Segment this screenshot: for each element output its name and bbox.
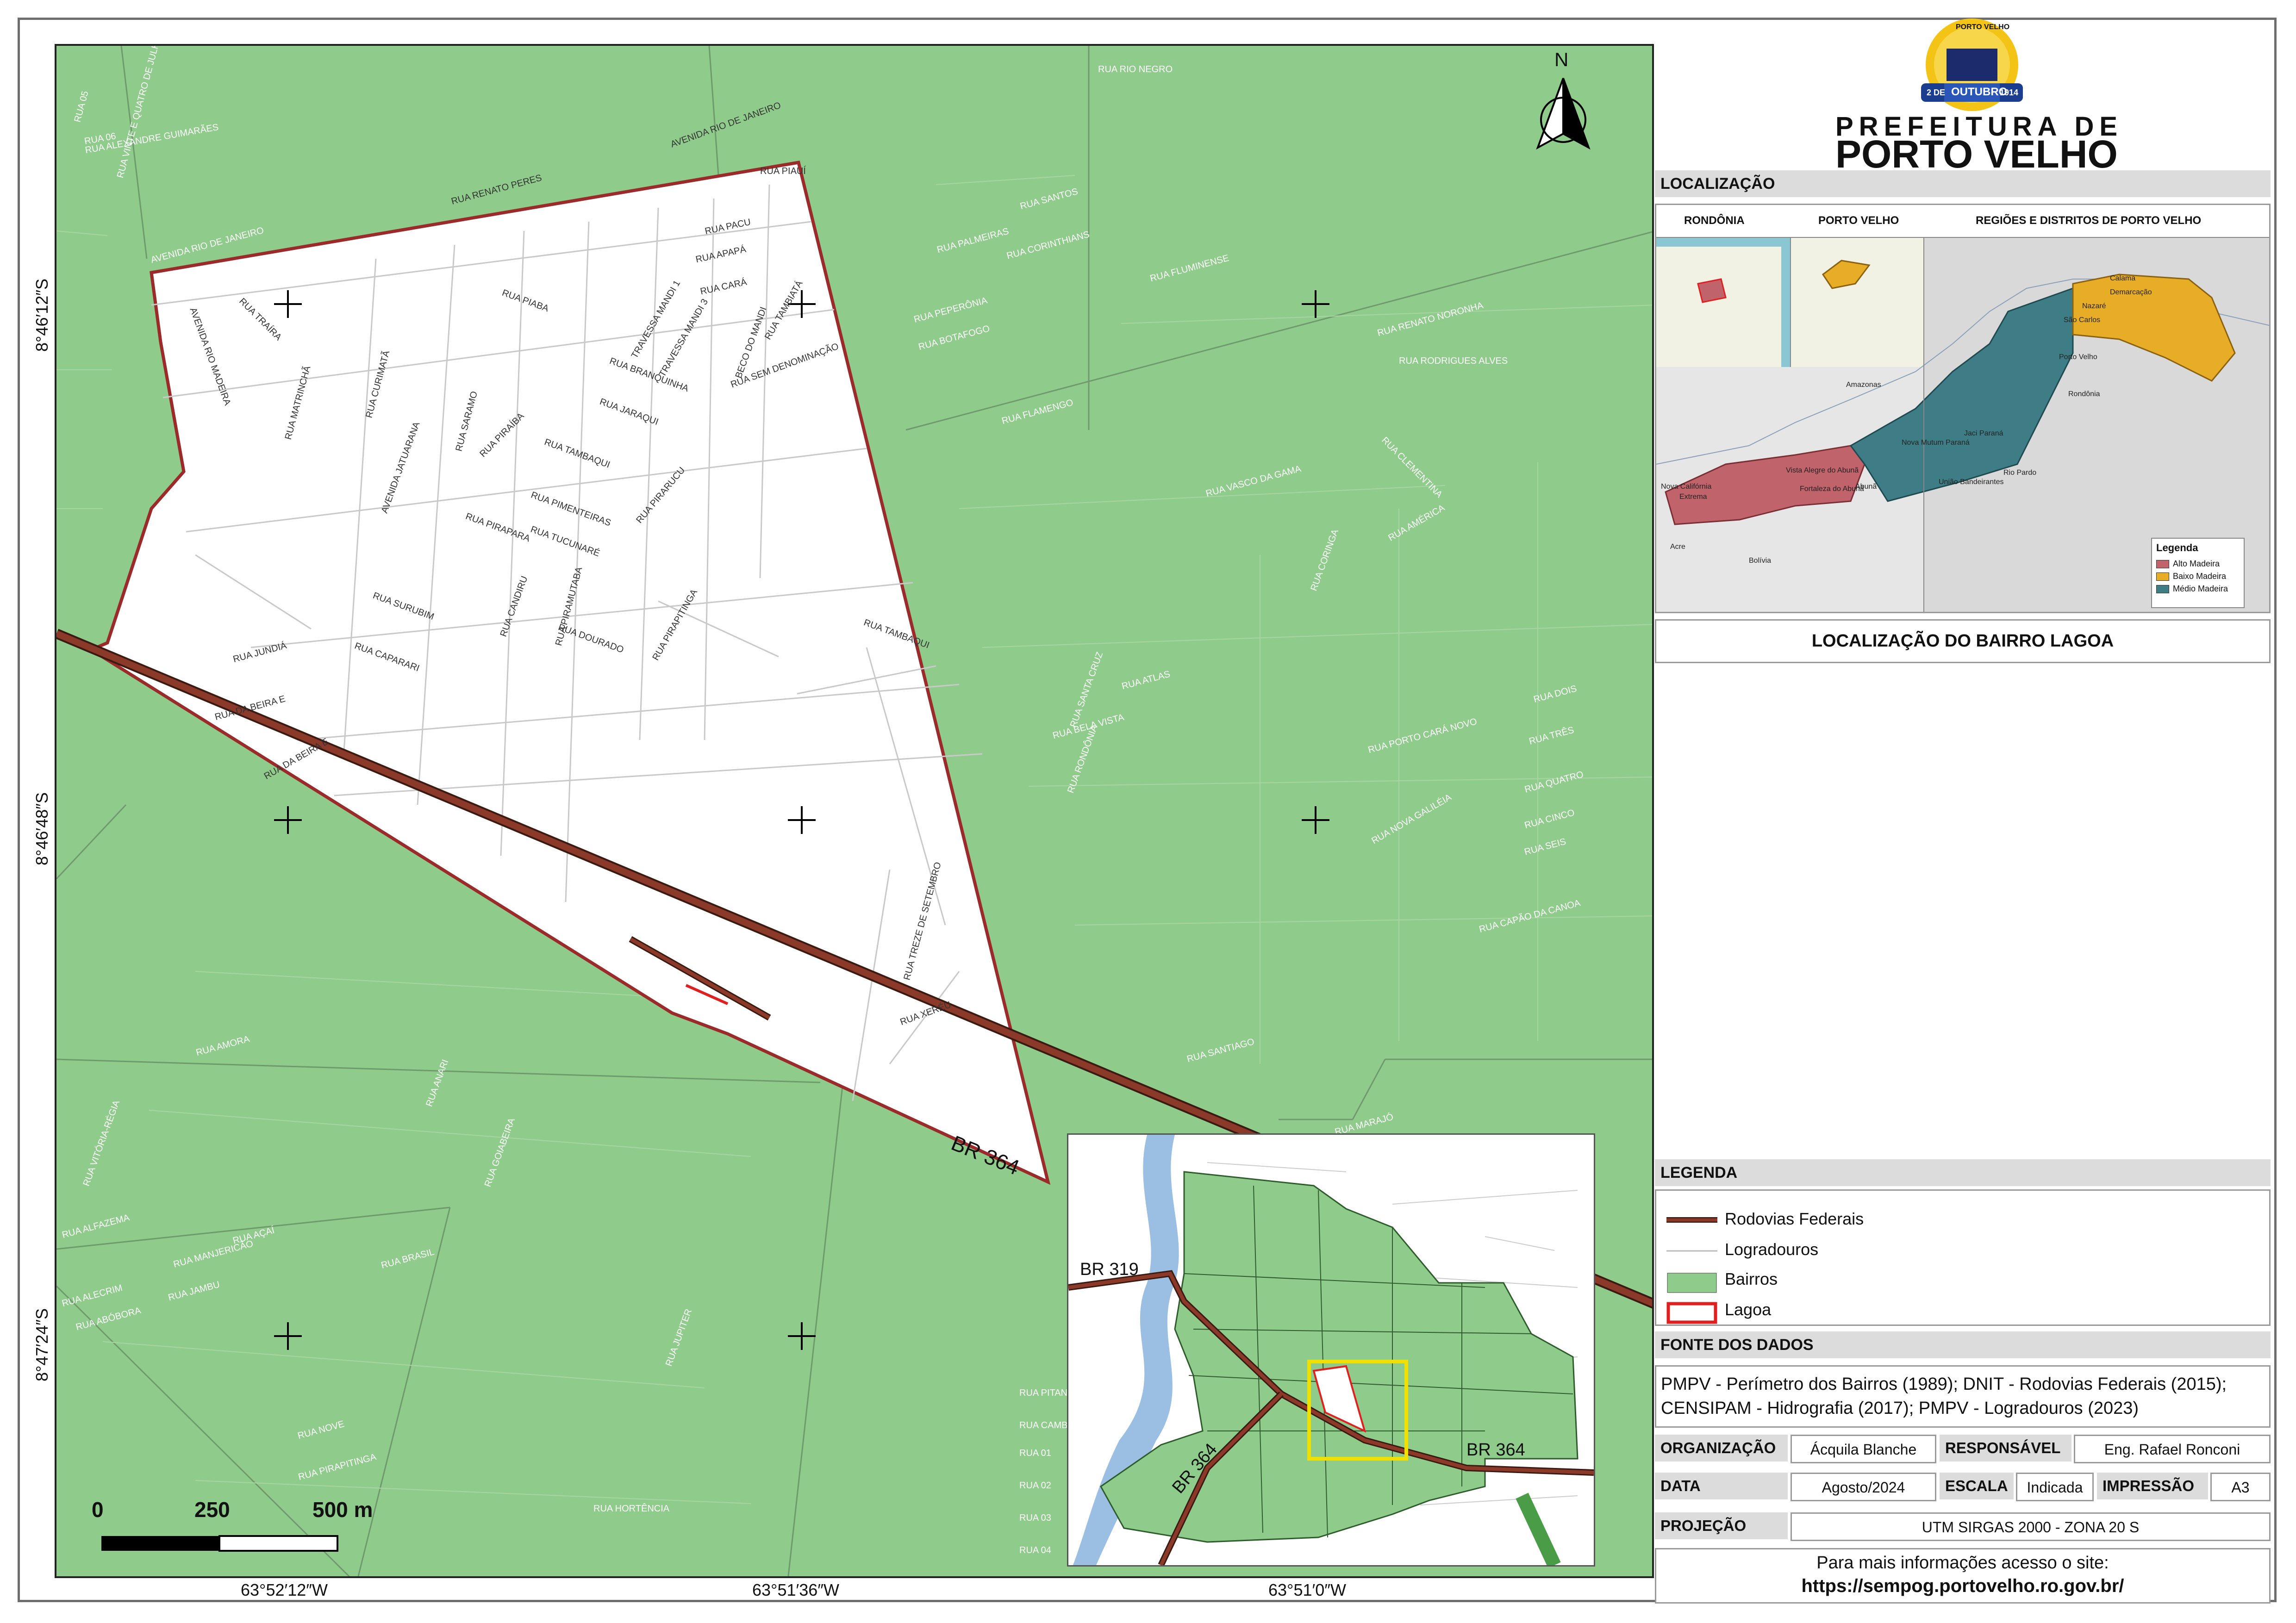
inner-legend-label: Alto Madeira	[2173, 559, 2220, 568]
legend-swatch	[2156, 585, 2169, 593]
inner-legend: Alto Madeira Baixo Madeira Médio Madeira	[2156, 559, 2228, 597]
organizacao-label: ORGANIZAÇÃO	[1655, 1435, 1788, 1461]
legend-item-lagoa: Lagoa	[1725, 1300, 1772, 1319]
localizacao-caption: LOCALIZAÇÃO DO BAIRRO LAGOA	[1811, 631, 2114, 651]
north-arrow-icon	[1536, 78, 1591, 150]
street-label: RUA PIAUÍ	[760, 166, 806, 176]
footer-line1: Para mais informações acesso o site:	[1816, 1553, 2109, 1573]
data-value: Agosto/2024	[1791, 1473, 1936, 1501]
street-label: RUA HORTÊNCIA	[593, 1504, 670, 1514]
logo-top-text: PORTO VELHO	[1956, 23, 2010, 31]
prefeitura-logo: PORTO VELHO OUTUBRO 2 DE 1914	[1912, 14, 2032, 116]
loc-col-porto-velho: PORTO VELHO	[1818, 214, 1899, 227]
street-label: RUA 03	[1019, 1513, 1051, 1523]
loc-col-regioes: REGIÕES E DISTRITOS DE PORTO VELHO	[1976, 214, 2202, 227]
localizacao-map-box: RONDÔNIA PORTO VELHO REGIÕES E DISTRITOS…	[1655, 204, 2271, 613]
projecao-value: UTM SIRGAS 2000 - ZONA 20 S	[1791, 1512, 2271, 1541]
loc-place-label: Amazonas	[1846, 381, 1881, 389]
loc-place-label: Calama	[2110, 274, 2136, 282]
inset-map-svg	[1068, 1135, 1594, 1565]
escala-label: ESCALA	[1940, 1473, 2014, 1499]
scale-label-0: 0	[92, 1498, 104, 1522]
inset-label-br319: BR 319	[1080, 1260, 1139, 1279]
legend-item-rodovias: Rodovias Federais	[1725, 1209, 1864, 1228]
inner-legend-title: Legenda	[2156, 542, 2198, 553]
inner-legend-label: Baixo Madeira	[2173, 572, 2227, 581]
legend-item-bairros: Bairros	[1725, 1269, 1778, 1288]
lat-label-3: 8°47′24″S	[32, 1308, 51, 1381]
logo-ribbon-right: 1914	[2000, 88, 2019, 97]
localizacao-heading: LOCALIZAÇÃO	[1655, 170, 2271, 197]
street-label: RUA 01	[1019, 1448, 1051, 1458]
responsavel-value: Eng. Rafael Ronconi	[2074, 1435, 2271, 1463]
footer-link[interactable]: https://sempog.portovelho.ro.gov.br/	[1656, 1576, 2269, 1597]
loc-place-label: Nazaré	[2082, 302, 2106, 310]
data-label: DATA	[1655, 1473, 1788, 1499]
fonte-box: PMPV - Perímetro dos Bairros (1989); DNI…	[1655, 1365, 2271, 1428]
loc-place-label: Vista Alegre do Abunã	[1786, 466, 1859, 474]
lat-label-1: 8°46′12″S	[32, 278, 51, 352]
street-label: RUA 02	[1019, 1480, 1051, 1491]
localizacao-caption-box: LOCALIZAÇÃO DO BAIRRO LAGOA	[1655, 619, 2271, 663]
legenda-box: Rodovias Federais Logradouros Bairros La…	[1655, 1189, 2271, 1326]
legend-item-logradouros: Logradouros	[1725, 1240, 1819, 1259]
lon-label-3: 63°51′0″W	[1268, 1580, 1346, 1599]
main-map[interactable]: N BR 364 RUA PIAUÍ RUA PACU RUA APAPÁ RUA C…	[55, 44, 1654, 1578]
loc-place-label: Nova Califórnia	[1661, 483, 1712, 491]
fonte-heading: FONTE DOS DADOS	[1655, 1331, 2271, 1358]
street-label: RUA 04	[1019, 1545, 1051, 1555]
loc-place-label: Demarcação	[2110, 288, 2152, 296]
legend-swatch	[2156, 560, 2169, 568]
street-label: RUA RIO NEGRO	[1098, 64, 1173, 75]
organizacao-value: Ácquila Blanche	[1791, 1435, 1936, 1463]
inner-legend-item: Baixo Madeira	[2156, 572, 2228, 581]
loc-place-label: Fortaleza do Abunã	[1800, 485, 1864, 493]
loc-place-label: Rondônia	[2068, 390, 2100, 398]
logo-ribbon-left: 2 DE	[1927, 88, 1946, 97]
legend-swatch	[2156, 572, 2169, 581]
loc-place-label: Extrema	[1679, 493, 1707, 501]
responsavel-label: RESPONSÁVEL	[1940, 1435, 2071, 1461]
loc-col-rondonia: RONDÔNIA	[1684, 214, 1745, 227]
scale-bar	[101, 1535, 338, 1552]
projecao-label: PROJEÇÃO	[1655, 1512, 1788, 1539]
logo-ribbon-text: OUTUBRO	[1951, 86, 2008, 98]
lon-label-1: 63°52′12″W	[241, 1580, 328, 1599]
legend-symbols	[1666, 1217, 1717, 1324]
footer-box: Para mais informações acesso o site: htt…	[1655, 1548, 2271, 1604]
loc-place-label: Jaci Paraná	[1964, 429, 2003, 437]
inset-map[interactable]: BR 319 BR 364 BR 364	[1067, 1133, 1595, 1567]
loc-place-label: União Bandeirantes	[1939, 478, 2004, 486]
inner-legend-item: Médio Madeira	[2156, 584, 2228, 594]
escala-value: Indicada	[2016, 1473, 2094, 1501]
loc-place-label: São Carlos	[2064, 316, 2101, 324]
loc-place-label: Acre	[1670, 543, 1685, 551]
loc-place-label: Bolívia	[1749, 557, 1772, 565]
scale-label-250: 250	[194, 1498, 230, 1522]
legenda-heading: LEGENDA	[1655, 1159, 2271, 1186]
street-label: RUA RODRIGUES ALVES	[1399, 356, 1508, 366]
loc-place-label: Abunã	[1855, 483, 1877, 491]
impressao-value: A3	[2210, 1473, 2271, 1501]
north-label: N	[1554, 49, 1569, 70]
inset-label-br364-b: BR 364	[1466, 1440, 1525, 1460]
impressao-label: IMPRESSÃO	[2097, 1473, 2208, 1499]
lat-label-2: 8°46′48″S	[32, 792, 51, 865]
fonte-text: PMPV - Perímetro dos Bairros (1989); DNI…	[1661, 1374, 2227, 1418]
inner-legend-item: Alto Madeira	[2156, 559, 2228, 569]
lon-label-2: 63°51′36″W	[752, 1580, 839, 1599]
loc-place-label: Rio Pardo	[2003, 469, 2037, 477]
inner-legend-label: Médio Madeira	[2173, 584, 2228, 593]
scale-label-500: 500 m	[312, 1498, 373, 1522]
loc-place-label: Nova Mutum Paraná	[1902, 439, 1970, 447]
loc-place-label: Porto Velho	[2059, 353, 2097, 361]
